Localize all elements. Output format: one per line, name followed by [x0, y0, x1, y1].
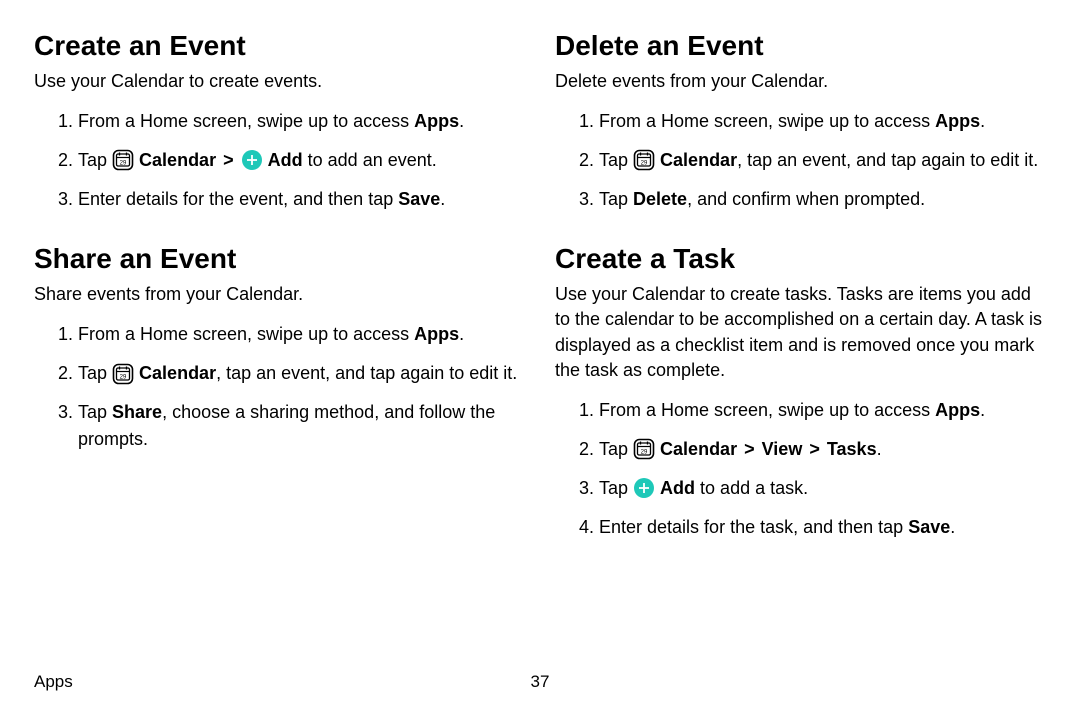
step: Tap Delete, and confirm when prompted.: [599, 186, 1046, 213]
section-share-event: Share an Event Share events from your Ca…: [34, 241, 525, 453]
steps-share-event: From a Home screen, swipe up to access A…: [34, 321, 525, 453]
step: Tap Share, choose a sharing method, and …: [78, 399, 525, 453]
add-icon: [241, 149, 263, 171]
calendar-icon: 29: [633, 149, 655, 171]
tasks-label: Tasks: [827, 439, 877, 459]
add-label: Add: [268, 150, 303, 170]
heading-create-event: Create an Event: [34, 28, 525, 63]
svg-text:29: 29: [120, 161, 127, 167]
step-text: .: [980, 111, 985, 131]
step: From a Home screen, swipe up to access A…: [599, 397, 1046, 424]
apps-bold: Apps: [414, 324, 459, 344]
section-create-task: Create a Task Use your Calendar to creat…: [555, 241, 1046, 541]
step-text: Enter details for the task, and then tap: [599, 517, 908, 537]
step-text: Tap: [599, 439, 633, 459]
step-text: , and confirm when prompted.: [687, 189, 925, 209]
step-text: .: [459, 324, 464, 344]
chevron-icon: >: [807, 439, 822, 459]
step-text: Tap: [78, 402, 112, 422]
step-text: Tap: [599, 189, 633, 209]
svg-text:29: 29: [120, 374, 127, 380]
step-text: Tap: [599, 150, 633, 170]
share-bold: Share: [112, 402, 162, 422]
chevron-icon: >: [221, 150, 236, 170]
chevron-icon: >: [742, 439, 757, 459]
intro-create-task: Use your Calendar to create tasks. Tasks…: [555, 282, 1046, 383]
step: From a Home screen, swipe up to access A…: [78, 321, 525, 348]
step-text: to add a task.: [695, 478, 808, 498]
step-text: .: [459, 111, 464, 131]
step: Tap 29 Calendar, tap an event, and tap a…: [78, 360, 525, 387]
heading-share-event: Share an Event: [34, 241, 525, 276]
steps-create-event: From a Home screen, swipe up to access A…: [34, 108, 525, 213]
step-text: Tap: [78, 363, 112, 383]
step-text: From a Home screen, swipe up to access: [599, 111, 935, 131]
step-text: From a Home screen, swipe up to access: [78, 111, 414, 131]
heading-delete-event: Delete an Event: [555, 28, 1046, 63]
step-text: .: [877, 439, 882, 459]
left-column: Create an Event Use your Calendar to cre…: [34, 28, 525, 720]
step: Enter details for the event, and then ta…: [78, 186, 525, 213]
section-delete-event: Delete an Event Delete events from your …: [555, 28, 1046, 213]
step: Tap 29 Calendar > Add to add an event.: [78, 147, 525, 174]
step: Tap 29 Calendar > View > Tasks.: [599, 436, 1046, 463]
save-bold: Save: [908, 517, 950, 537]
step-text: From a Home screen, swipe up to access: [78, 324, 414, 344]
section-create-event: Create an Event Use your Calendar to cre…: [34, 28, 525, 213]
calendar-icon: 29: [633, 438, 655, 460]
save-bold: Save: [398, 189, 440, 209]
step-text: , tap an event, and tap again to edit it…: [737, 150, 1038, 170]
steps-delete-event: From a Home screen, swipe up to access A…: [555, 108, 1046, 213]
step: Tap 29 Calendar, tap an event, and tap a…: [599, 147, 1046, 174]
apps-bold: Apps: [414, 111, 459, 131]
step: Tap Add to add a task.: [599, 475, 1046, 502]
page-footer: Apps 37: [34, 672, 1046, 692]
step-text: Tap: [599, 478, 633, 498]
apps-bold: Apps: [935, 400, 980, 420]
step-text: .: [980, 400, 985, 420]
delete-bold: Delete: [633, 189, 687, 209]
view-label: View: [762, 439, 803, 459]
step-text: Enter details for the event, and then ta…: [78, 189, 398, 209]
steps-create-task: From a Home screen, swipe up to access A…: [555, 397, 1046, 541]
calendar-label: Calendar: [139, 363, 216, 383]
step-text: .: [950, 517, 955, 537]
step-text: From a Home screen, swipe up to access: [599, 400, 935, 420]
intro-share-event: Share events from your Calendar.: [34, 282, 525, 307]
step-text: , tap an event, and tap again to edit it…: [216, 363, 517, 383]
add-icon: [633, 477, 655, 499]
step: From a Home screen, swipe up to access A…: [78, 108, 525, 135]
footer-page-number: 37: [531, 672, 550, 692]
calendar-label: Calendar: [139, 150, 216, 170]
intro-delete-event: Delete events from your Calendar.: [555, 69, 1046, 94]
step: Enter details for the task, and then tap…: [599, 514, 1046, 541]
intro-create-event: Use your Calendar to create events.: [34, 69, 525, 94]
calendar-label: Calendar: [660, 150, 737, 170]
add-label: Add: [660, 478, 695, 498]
svg-text:29: 29: [641, 450, 648, 456]
step-text: .: [440, 189, 445, 209]
step-text: to add an event.: [303, 150, 437, 170]
calendar-icon: 29: [112, 363, 134, 385]
apps-bold: Apps: [935, 111, 980, 131]
footer-section-label: Apps: [34, 672, 73, 692]
step: From a Home screen, swipe up to access A…: [599, 108, 1046, 135]
heading-create-task: Create a Task: [555, 241, 1046, 276]
calendar-label: Calendar: [660, 439, 737, 459]
page-root: Create an Event Use your Calendar to cre…: [0, 0, 1080, 720]
calendar-icon: 29: [112, 149, 134, 171]
step-text: Tap: [78, 150, 112, 170]
right-column: Delete an Event Delete events from your …: [555, 28, 1046, 720]
svg-text:29: 29: [641, 161, 648, 167]
